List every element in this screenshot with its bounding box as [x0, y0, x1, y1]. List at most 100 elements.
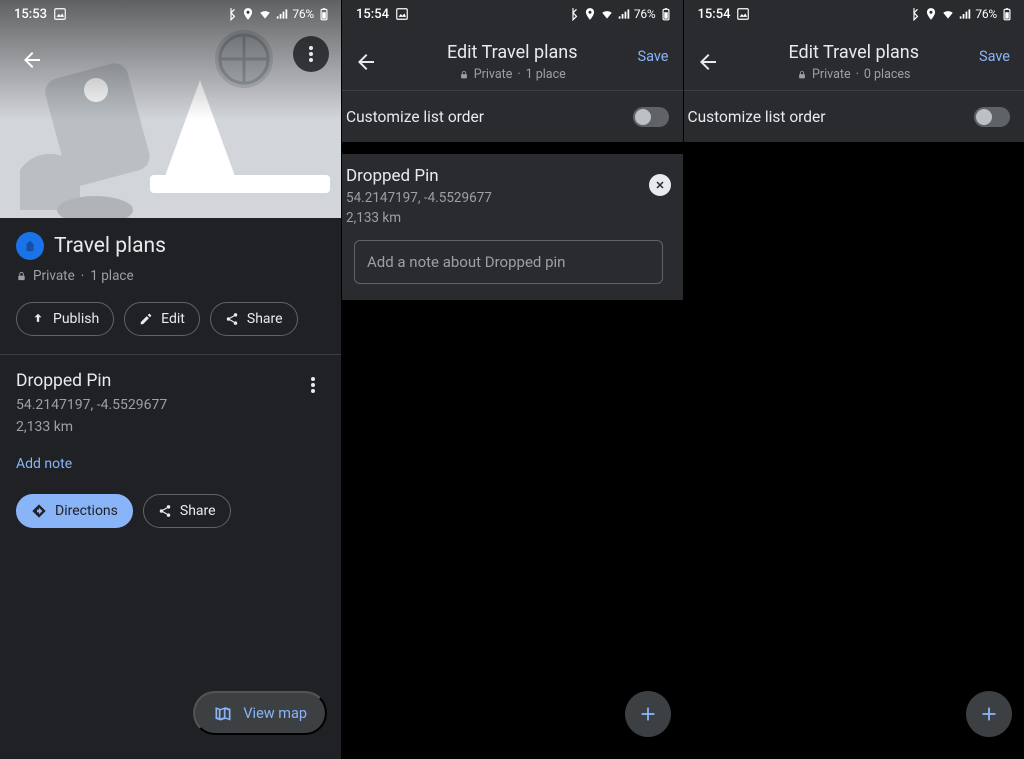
signal-icon	[617, 7, 631, 21]
bluetooth-icon	[224, 7, 238, 21]
map-icon	[213, 703, 233, 723]
status-time: 15:53	[14, 7, 47, 22]
share-icon	[225, 312, 239, 326]
publish-button[interactable]: Publish	[16, 302, 114, 336]
customize-label: Customize list order	[688, 108, 826, 126]
list-badge	[16, 232, 44, 260]
signal-icon	[275, 7, 289, 21]
status-time: 15:54	[356, 7, 389, 22]
bluetooth-icon	[907, 7, 921, 21]
edit-title: Edit Travel plans	[342, 42, 683, 63]
plus-icon	[637, 703, 659, 725]
directions-button[interactable]: Directions	[16, 494, 133, 528]
privacy-label: Private	[474, 67, 513, 82]
signal-icon	[958, 7, 972, 21]
lock-icon	[459, 69, 469, 81]
plus-icon	[978, 703, 1000, 725]
location-icon	[241, 7, 255, 21]
edit-label: Edit	[161, 311, 185, 327]
status-battery-pct: 76%	[975, 7, 997, 21]
status-bar: 15:54 76%	[684, 0, 1024, 28]
place-title: Dropped Pin	[346, 166, 671, 186]
location-icon	[924, 7, 938, 21]
status-bar: 15:54 76%	[342, 0, 683, 28]
remove-place-button[interactable]	[649, 174, 671, 196]
place-overflow-button[interactable]	[301, 373, 325, 397]
place-coords: 54.2147197, -4.5529677	[346, 190, 671, 206]
privacy-label: Private	[33, 268, 75, 284]
battery-icon	[1000, 7, 1014, 21]
list-title-row: Travel plans	[16, 232, 325, 260]
place-share-label: Share	[180, 503, 216, 519]
battery-icon	[659, 7, 673, 21]
list-subtitle: Private · 1 place	[16, 268, 325, 284]
image-icon	[736, 7, 750, 21]
status-battery-pct: 76%	[634, 7, 656, 21]
hero-image	[0, 0, 341, 218]
arrow-back-icon	[20, 48, 44, 72]
save-button[interactable]: Save	[979, 48, 1010, 65]
image-icon	[53, 7, 67, 21]
directions-icon	[31, 503, 47, 519]
overflow-menu-button[interactable]	[293, 36, 329, 72]
share-icon	[158, 504, 172, 518]
customize-row: Customize list order	[342, 90, 683, 142]
arrow-back-icon	[696, 50, 720, 74]
lock-icon	[16, 270, 27, 283]
status-time: 15:54	[698, 7, 731, 22]
publish-icon	[31, 312, 45, 326]
customize-row: Customize list order	[684, 90, 1024, 142]
back-button[interactable]	[690, 44, 726, 80]
customize-toggle[interactable]	[974, 107, 1010, 127]
save-button[interactable]: Save	[637, 48, 668, 65]
share-button[interactable]: Share	[210, 302, 298, 336]
edit-button[interactable]: Edit	[124, 302, 200, 336]
panel-edit-empty: 15:54 76% Save Edit Travel plans	[683, 0, 1024, 759]
location-icon	[583, 7, 597, 21]
place-count: 0 places	[864, 67, 911, 82]
battery-icon	[317, 7, 331, 21]
status-bar: 15:53 76%	[0, 0, 341, 28]
customize-toggle[interactable]	[633, 107, 669, 127]
arrow-back-icon	[354, 50, 378, 74]
panel-edit-one-place: 15:54 76% Save Edit Travel plans	[341, 0, 683, 759]
wifi-icon	[258, 7, 272, 21]
place-distance: 2,133 km	[16, 419, 325, 435]
suitcase-icon	[23, 237, 37, 255]
place-count: 1 place	[90, 268, 133, 284]
customize-label: Customize list order	[346, 108, 484, 126]
close-icon	[654, 179, 666, 191]
list-title: Travel plans	[54, 234, 166, 258]
add-place-fab[interactable]	[625, 691, 671, 737]
wifi-icon	[941, 7, 955, 21]
panel-list-view: 15:53 76% Travel plans Private · 1 pla	[0, 0, 341, 759]
image-icon	[395, 7, 409, 21]
view-map-button[interactable]: View map	[193, 691, 327, 735]
place-title: Dropped Pin	[16, 371, 325, 391]
place-distance: 2,133 km	[346, 210, 671, 226]
more-vert-icon	[309, 46, 313, 62]
note-input[interactable]: Add a note about Dropped pin	[354, 240, 663, 284]
edit-title: Edit Travel plans	[684, 42, 1024, 63]
lock-icon	[797, 69, 807, 81]
place-card[interactable]: Dropped Pin 54.2147197, -4.5529677 2,133…	[16, 355, 325, 542]
pencil-icon	[139, 312, 153, 326]
add-note-link[interactable]: Add note	[16, 456, 72, 472]
add-place-fab[interactable]	[966, 691, 1012, 737]
bluetooth-icon	[566, 7, 580, 21]
place-coords: 54.2147197, -4.5529677	[16, 397, 325, 413]
place-count: 1 place	[526, 67, 566, 82]
back-button[interactable]	[348, 44, 384, 80]
privacy-label: Private	[812, 67, 851, 82]
back-button[interactable]	[12, 40, 52, 80]
status-battery-pct: 76%	[292, 7, 314, 21]
publish-label: Publish	[53, 311, 99, 327]
edit-place-card: Dropped Pin 54.2147197, -4.5529677 2,133…	[342, 154, 683, 300]
directions-label: Directions	[55, 503, 118, 519]
more-vert-icon	[311, 377, 315, 393]
share-label: Share	[247, 311, 283, 327]
place-share-button[interactable]: Share	[143, 494, 231, 528]
wifi-icon	[600, 7, 614, 21]
view-map-label: View map	[243, 705, 307, 722]
note-placeholder: Add a note about Dropped pin	[367, 253, 565, 271]
